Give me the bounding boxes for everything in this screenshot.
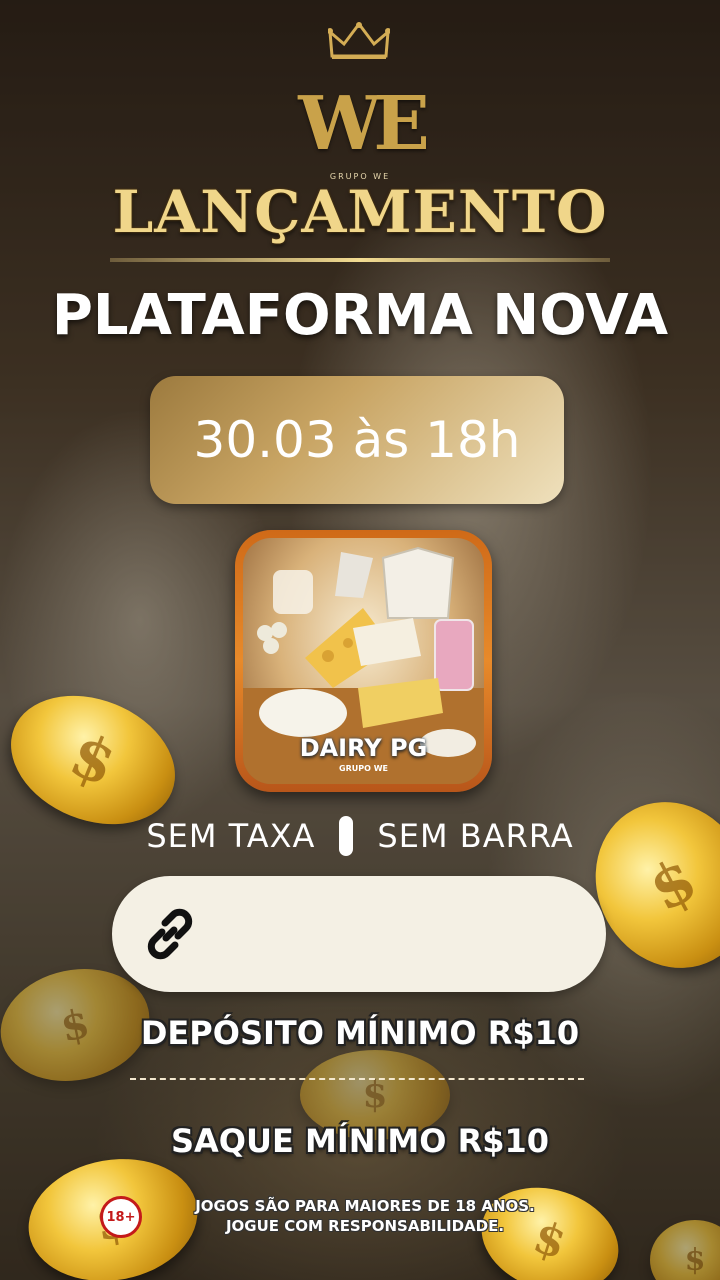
launch-title: LANÇAMENTO [112,178,608,246]
app-artwork: DAIRY PG GRUPO WE [243,538,484,784]
app-icon[interactable]: DAIRY PG GRUPO WE [235,530,492,792]
min-deposit: DEPÓSITO MÍNIMO R$10 [140,1014,580,1052]
feature-no-bar: SEM BARRA [377,817,574,855]
disclaimer-line-2: JOGUE COM RESPONSABILIDADE. [225,1217,505,1235]
date-badge: 30.03 às 18h [150,376,564,504]
brand-logo: WE GRUPO WE [290,22,430,181]
feature-no-fee: SEM TAXA [146,817,316,855]
logo-mark: WE [298,81,430,167]
responsibility-disclaimer: JOGOS SÃO PARA MAIORES DE 18 ANOS. JOGUE… [150,1196,580,1236]
disclaimer-line-1: JOGOS SÃO PARA MAIORES DE 18 ANOS. [195,1197,535,1215]
launch-underline [110,258,610,262]
headline: PLATAFORMA NOVA [51,283,669,348]
age-restriction-badge: 18+ [100,1196,142,1238]
dashed-divider [130,1078,584,1080]
link-icon [147,908,193,960]
feature-separator [339,816,354,856]
feature-tagline: SEM TAXA SEM BARRA [0,814,720,858]
crown-icon [328,22,390,59]
min-withdraw: SAQUE MÍNIMO R$10 [170,1122,550,1160]
app-name: DAIRY PG [299,734,428,762]
app-subtitle: GRUPO WE [339,764,388,773]
